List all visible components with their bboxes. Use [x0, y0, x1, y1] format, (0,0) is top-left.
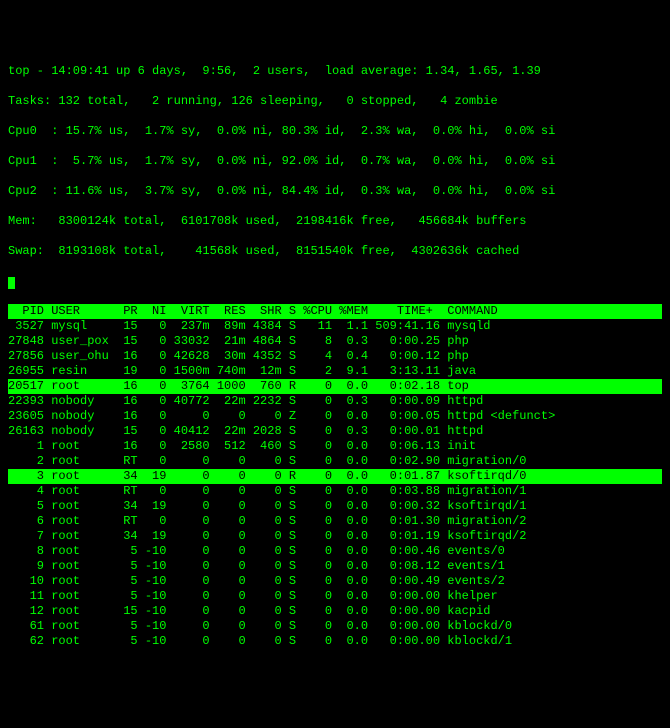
process-row[interactable]: 3527 mysql 15 0 237m 89m 4384 S 11 1.1 5… [8, 319, 662, 334]
cursor-icon [8, 277, 15, 289]
process-row[interactable]: 10 root 5 -10 0 0 0 S 0 0.0 0:00.49 even… [8, 574, 662, 589]
summary-cpu2: Cpu2 : 11.6% us, 3.7% sy, 0.0% ni, 84.4%… [8, 184, 662, 199]
process-row[interactable]: 4 root RT 0 0 0 0 S 0 0.0 0:03.88 migrat… [8, 484, 662, 499]
process-row[interactable]: 8 root 5 -10 0 0 0 S 0 0.0 0:00.46 event… [8, 544, 662, 559]
process-row[interactable]: 6 root RT 0 0 0 0 S 0 0.0 0:01.30 migrat… [8, 514, 662, 529]
summary-mem: Mem: 8300124k total, 6101708k used, 2198… [8, 214, 662, 229]
process-row[interactable]: 26955 resin 19 0 1500m 740m 12m S 2 9.1 … [8, 364, 662, 379]
input-line[interactable] [8, 274, 662, 289]
summary-tasks: Tasks: 132 total, 2 running, 126 sleepin… [8, 94, 662, 109]
summary-cpu0: Cpu0 : 15.7% us, 1.7% sy, 0.0% ni, 80.3%… [8, 124, 662, 139]
process-row[interactable]: 7 root 34 19 0 0 0 S 0 0.0 0:01.19 ksoft… [8, 529, 662, 544]
column-headers[interactable]: PID USER PR NI VIRT RES SHR S %CPU %MEM … [8, 304, 662, 319]
process-row[interactable]: 27848 user_pox 15 0 33032 21m 4864 S 8 0… [8, 334, 662, 349]
process-row[interactable]: 26163 nobody 15 0 40412 22m 2028 S 0 0.3… [8, 424, 662, 439]
process-row[interactable]: 20517 root 16 0 3764 1000 760 R 0 0.0 0:… [8, 379, 662, 394]
process-row[interactable]: 9 root 5 -10 0 0 0 S 0 0.0 0:08.12 event… [8, 559, 662, 574]
process-row[interactable]: 22393 nobody 16 0 40772 22m 2232 S 0 0.3… [8, 394, 662, 409]
process-row[interactable]: 12 root 15 -10 0 0 0 S 0 0.0 0:00.00 kac… [8, 604, 662, 619]
process-row[interactable]: 27856 user_ohu 16 0 42628 30m 4352 S 4 0… [8, 349, 662, 364]
summary-uptime: top - 14:09:41 up 6 days, 9:56, 2 users,… [8, 64, 662, 79]
process-row[interactable]: 3 root 34 19 0 0 0 R 0 0.0 0:01.87 ksoft… [8, 469, 662, 484]
process-row[interactable]: 62 root 5 -10 0 0 0 S 0 0.0 0:00.00 kblo… [8, 634, 662, 649]
process-list[interactable]: 3527 mysql 15 0 237m 89m 4384 S 11 1.1 5… [8, 319, 662, 649]
process-row[interactable]: 1 root 16 0 2580 512 460 S 0 0.0 0:06.13… [8, 439, 662, 454]
process-row[interactable]: 61 root 5 -10 0 0 0 S 0 0.0 0:00.00 kblo… [8, 619, 662, 634]
process-row[interactable]: 23605 nobody 16 0 0 0 0 Z 0 0.0 0:00.05 … [8, 409, 662, 424]
summary-swap: Swap: 8193108k total, 41568k used, 81515… [8, 244, 662, 259]
process-row[interactable]: 11 root 5 -10 0 0 0 S 0 0.0 0:00.00 khel… [8, 589, 662, 604]
summary-cpu1: Cpu1 : 5.7% us, 1.7% sy, 0.0% ni, 92.0% … [8, 154, 662, 169]
process-row[interactable]: 5 root 34 19 0 0 0 S 0 0.0 0:00.32 ksoft… [8, 499, 662, 514]
process-row[interactable]: 2 root RT 0 0 0 0 S 0 0.0 0:02.90 migrat… [8, 454, 662, 469]
